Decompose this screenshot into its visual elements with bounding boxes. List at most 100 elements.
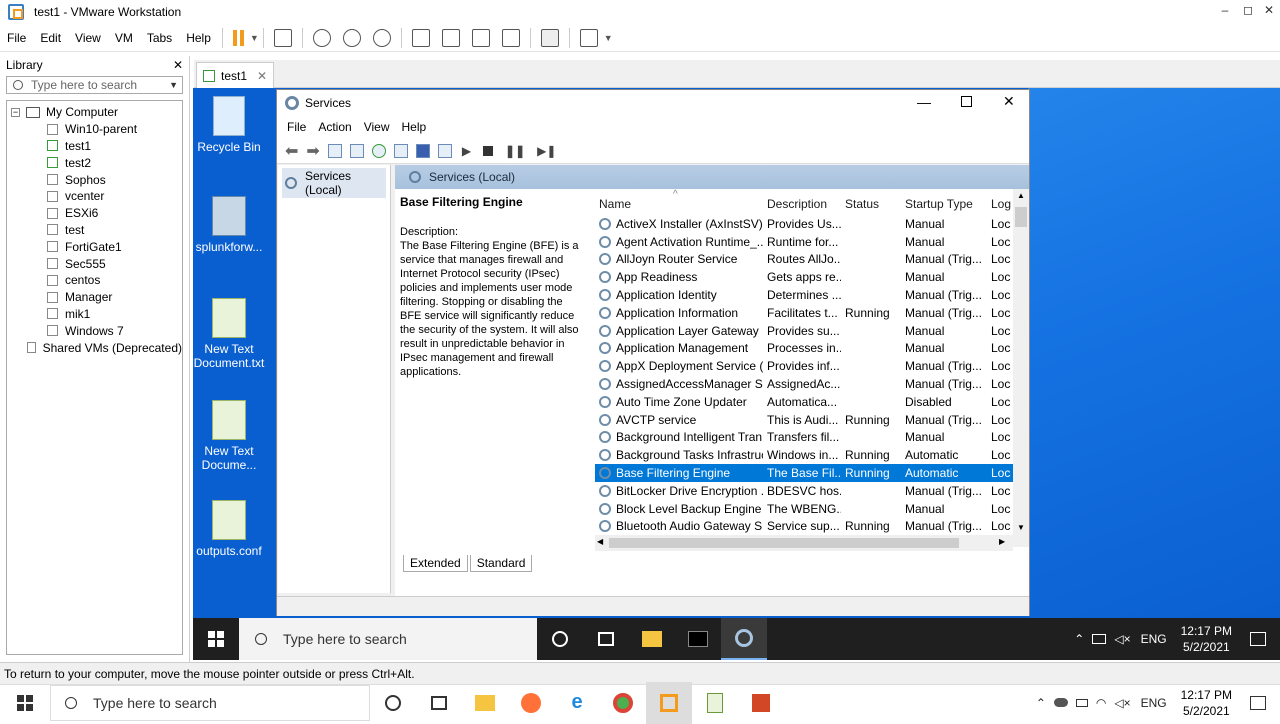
service-row[interactable]: Agent Activation Runtime_... Runtime for.… [595,233,1029,251]
services-close-button[interactable]: ✕ [1003,93,1015,110]
minimize-button[interactable]: – [1214,0,1236,22]
tray-up-arrow-icon[interactable]: ⌃ [1074,632,1084,646]
tree-item-vm[interactable]: Sophos [7,171,182,188]
library-search-input[interactable]: Type here to search ▼ [6,76,183,94]
service-row[interactable]: Auto Time Zone Updater Automatica... Disab… [595,393,1029,411]
maximize-button[interactable]: ◻ [1237,0,1259,22]
notepad-icon[interactable] [692,682,738,724]
host-start-button[interactable] [0,694,50,711]
scrollbar-thumb[interactable] [1015,207,1027,227]
column-description[interactable]: Description [763,197,841,211]
task-view-icon[interactable] [416,682,462,724]
service-row[interactable]: App Readiness Gets apps re... Manual Loca [595,268,1029,286]
language-indicator[interactable]: ENG [1141,696,1167,710]
scroll-right-arrow-icon[interactable]: ▶ [999,537,1005,546]
guest-clock[interactable]: 12:17 PM 5/2/2021 [1181,623,1232,655]
chrome-icon[interactable] [600,682,646,724]
guest-search-box[interactable]: Type here to search [239,618,537,660]
tree-item-vm[interactable]: FortiGate1 [7,238,182,255]
internet-explorer-icon[interactable]: e [554,682,600,724]
library-close-button[interactable]: ✕ [173,58,183,72]
tab-test1[interactable]: test1 ✕ [196,62,274,88]
horizontal-scrollbar[interactable]: ◀ ▶ [595,535,1013,551]
stretch-guest-icon[interactable] [579,28,598,47]
export-list-icon[interactable] [393,143,408,158]
show-hide-action-pane-icon[interactable] [437,143,452,158]
dropdown-arrow-icon[interactable]: ▼ [250,33,259,43]
guest-start-button[interactable] [193,618,239,660]
tree-item-vm[interactable]: ESXi6 [7,205,182,222]
desktop-icon-outputs-conf[interactable]: outputs.conf [193,500,265,558]
tree-item-vm[interactable]: test [7,222,182,239]
tree-item-shared-vms[interactable]: Shared VMs (Deprecated) [7,339,182,356]
tree-item-vm[interactable]: Manager [7,289,182,306]
tab-close-button[interactable]: ✕ [257,69,267,83]
unity-icon[interactable] [501,28,520,47]
column-status[interactable]: Status [841,197,901,211]
column-log-on-as[interactable]: Log [987,197,1011,211]
snapshot-icon[interactable] [312,28,331,47]
scroll-down-arrow-icon[interactable]: ▼ [1017,523,1025,532]
column-name[interactable]: Name [595,197,763,211]
service-row[interactable]: Base Filtering Engine The Base Fil... Runn… [595,464,1029,482]
service-row[interactable]: Application Management Processes in... Man… [595,340,1029,358]
stop-service-icon[interactable] [483,145,494,156]
network-icon[interactable] [1092,634,1107,644]
tab-extended[interactable]: Extended [403,554,468,572]
tree-item-vm[interactable]: mik1 [7,306,182,323]
firefox-icon[interactable] [508,682,554,724]
file-explorer-icon[interactable] [629,618,675,660]
cortana-icon[interactable] [537,618,583,660]
tree-item-vm[interactable]: test2 [7,154,182,171]
refresh-icon[interactable] [371,143,386,158]
tree-item-vm[interactable]: Win10-parent [7,121,182,138]
menu-tabs[interactable]: Tabs [140,31,179,45]
start-service-icon[interactable]: ▶ [462,144,471,158]
service-row[interactable]: Block Level Backup Engine ... The WBENG..… [595,500,1029,518]
forward-arrow-icon[interactable]: ➡ [306,141,319,161]
collapse-icon[interactable]: − [11,107,20,117]
host-search-box[interactable]: Type here to search [50,684,370,721]
snapshot-manager-icon[interactable] [372,28,391,47]
host-clock[interactable]: 12:17 PM 5/2/2021 [1181,687,1232,719]
back-arrow-icon[interactable]: ⬅ [285,141,298,161]
scroll-left-arrow-icon[interactable]: ◀ [597,537,603,546]
service-row[interactable]: AppX Deployment Service (... Provides inf… [595,357,1029,375]
volume-muted-icon[interactable]: ◁× [1114,632,1130,646]
notifications-icon[interactable] [1250,695,1266,710]
battery-icon[interactable] [1075,698,1088,707]
column-startup-type[interactable]: Startup Type [901,197,987,211]
tree-item-vm[interactable]: centos [7,272,182,289]
menu-help[interactable]: Help [179,31,218,45]
full-screen-icon[interactable] [471,28,490,47]
menu-file[interactable]: File [0,31,33,45]
vertical-scrollbar[interactable]: ▲ ▼ [1013,189,1029,547]
console-view-icon[interactable] [540,28,559,47]
pause-icon[interactable] [232,29,244,46]
tree-item-my-computer[interactable]: − My Computer [7,104,182,121]
tree-item-vm[interactable]: Sec555 [7,255,182,272]
service-row[interactable]: Application Layer Gateway ... Provides su… [595,322,1029,340]
properties-icon[interactable] [349,143,364,158]
show-hide-tree-icon[interactable] [327,143,342,158]
service-row[interactable]: Bluetooth Audio Gateway S... Service sup.… [595,518,1029,536]
tree-item-vm[interactable]: test1 [7,138,182,155]
onedrive-icon[interactable] [1053,698,1068,707]
services-menu-help[interactable]: Help [396,120,433,134]
service-row[interactable]: ActiveX Installer (AxInstSV) Provides Us.… [595,215,1029,233]
services-minimize-button[interactable]: — [917,94,931,110]
service-row[interactable]: Background Tasks Infrastruc... Windows in… [595,446,1029,464]
services-maximize-button[interactable] [961,96,972,107]
restart-service-icon[interactable]: ▶❚ [537,144,556,158]
powerpoint-icon[interactable] [738,682,784,724]
cortana-icon[interactable] [370,682,416,724]
tree-item-vm[interactable]: vcenter [7,188,182,205]
wifi-icon[interactable]: ◠ [1096,696,1106,710]
service-row[interactable]: AssignedAccessManager Se... AssignedAc...… [595,375,1029,393]
file-explorer-icon[interactable] [462,682,508,724]
show-library-icon[interactable] [411,28,430,47]
desktop-icon-new-text-document-2[interactable]: New Text Docume... [193,400,265,472]
services-menu-file[interactable]: File [277,120,312,134]
service-row[interactable]: Background Intelligent Tran... Transfers … [595,429,1029,447]
service-row[interactable]: AVCTP service This is Audi... Running Manua… [595,411,1029,429]
